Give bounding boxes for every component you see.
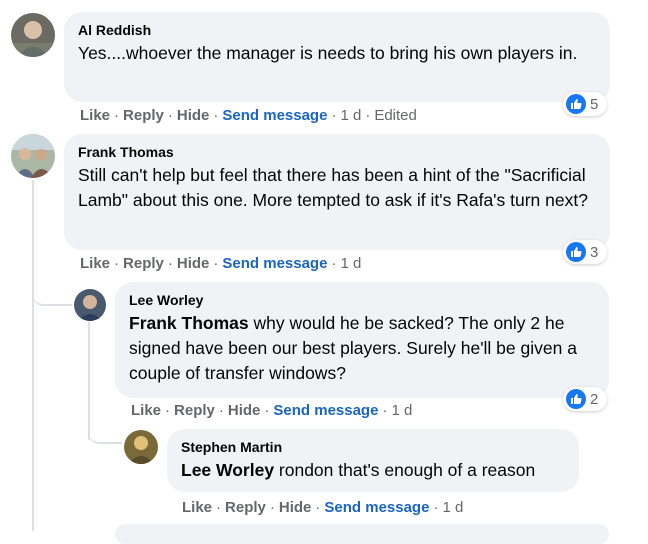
send-message-button[interactable]: Send message [222, 107, 327, 124]
like-icon [566, 242, 586, 262]
timestamp[interactable]: 1 d [391, 402, 412, 419]
avatar[interactable] [11, 134, 55, 178]
comment-bubble: Frank Thomas Still can't help but feel t… [64, 134, 610, 250]
avatar[interactable] [11, 13, 55, 57]
avatar[interactable] [74, 289, 106, 321]
reaction-number: 5 [590, 95, 599, 113]
comment-text: Lee Worley rondon that's enough of a rea… [181, 460, 536, 480]
timestamp[interactable]: 1 d [340, 255, 361, 272]
comment-actions: Like · Reply · Hide · Send message · 1 d [131, 402, 413, 419]
comment-actions: Like · Reply · Hide · Send message · 1 d · Edited [80, 107, 417, 124]
comment-text: Frank Thomas why would he be sacked? The… [129, 313, 577, 383]
thread-branch [32, 270, 72, 306]
comment-author[interactable]: Lee Worley [129, 291, 595, 309]
avatar[interactable] [124, 430, 158, 464]
reaction-count[interactable]: 2 [563, 387, 607, 411]
comment-author[interactable]: Al Reddish [78, 21, 596, 39]
hide-button[interactable]: Hide [279, 499, 312, 516]
like-button[interactable]: Like [182, 499, 212, 516]
reply-button[interactable]: Reply [225, 499, 266, 516]
comment-author[interactable]: Frank Thomas [78, 143, 596, 161]
hide-button[interactable]: Hide [228, 402, 261, 419]
thread-line [32, 180, 34, 531]
reply-button[interactable]: Reply [123, 255, 164, 272]
like-button[interactable]: Like [131, 402, 161, 419]
comment-actions: Like · Reply · Hide · Send message · 1 d [80, 255, 362, 272]
comment-bubble: Lee Worley Frank Thomas why would he be … [115, 282, 609, 398]
comment-text: Yes....whoever the manager is needs to b… [78, 43, 578, 63]
comment-bubble-partial [115, 524, 609, 544]
hide-button[interactable]: Hide [177, 107, 210, 124]
comment-actions: Like · Reply · Hide · Send message · 1 d [182, 499, 464, 516]
timestamp[interactable]: 1 d [340, 107, 361, 124]
like-button[interactable]: Like [80, 107, 110, 124]
comment-bubble: Al Reddish Yes....whoever the manager is… [64, 12, 610, 102]
like-button[interactable]: Like [80, 255, 110, 272]
comment-bubble: Stephen Martin Lee Worley rondon that's … [167, 429, 579, 492]
reaction-number: 2 [590, 390, 599, 408]
thread-branch [88, 420, 122, 444]
reply-button[interactable]: Reply [123, 107, 164, 124]
comment-text: Still can't help but feel that there has… [78, 165, 588, 210]
mention-link[interactable]: Lee Worley [181, 460, 274, 480]
like-icon [566, 389, 586, 409]
edited-label: Edited [374, 107, 417, 124]
timestamp[interactable]: 1 d [442, 499, 463, 516]
reply-button[interactable]: Reply [174, 402, 215, 419]
reaction-number: 3 [590, 243, 599, 261]
send-message-button[interactable]: Send message [222, 255, 327, 272]
reaction-count[interactable]: 3 [563, 240, 607, 264]
mention-link[interactable]: Frank Thomas [129, 313, 249, 333]
reaction-count[interactable]: 5 [563, 92, 607, 116]
comment-author[interactable]: Stephen Martin [181, 438, 565, 456]
hide-button[interactable]: Hide [177, 255, 210, 272]
send-message-button[interactable]: Send message [324, 499, 429, 516]
send-message-button[interactable]: Send message [273, 402, 378, 419]
like-icon [566, 94, 586, 114]
